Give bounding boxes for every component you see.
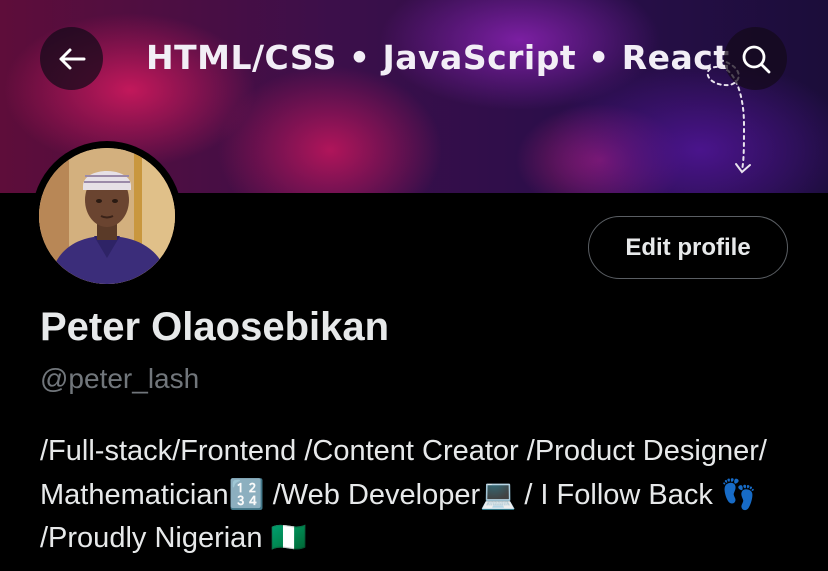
banner-text: HTML/CSS • JavaScript • React — [146, 38, 730, 77]
person-photo-icon — [39, 148, 175, 284]
avatar-image — [39, 148, 175, 284]
edit-profile-button[interactable]: Edit profile — [588, 216, 788, 279]
username-handle: @peter_lash — [40, 363, 200, 394]
search-icon — [742, 45, 770, 73]
back-button[interactable] — [40, 27, 103, 90]
arrow-left-icon — [59, 48, 85, 69]
avatar[interactable] — [32, 141, 182, 291]
display-name: Peter Olaosebikan — [40, 305, 390, 349]
search-button[interactable] — [724, 27, 787, 90]
bio-text: /Full-stack/Frontend /Content Creator /P… — [40, 435, 775, 554]
profile-bio: /Full-stack/Frontend /Content Creator /P… — [40, 430, 800, 561]
